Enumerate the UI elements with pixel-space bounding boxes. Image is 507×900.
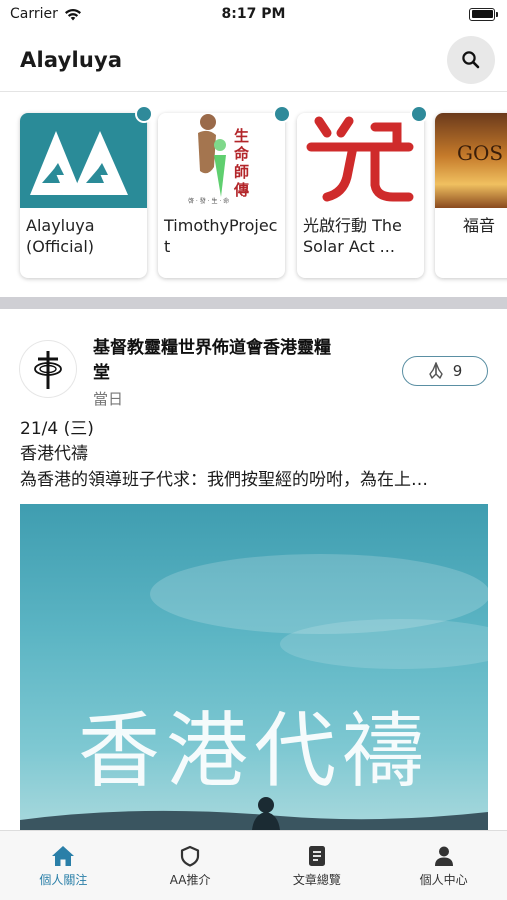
post-card[interactable]: 基督教靈糧世界佈道會香港靈糧堂 當日 9 21/4 (三) 香港代禱 為香港的領… <box>0 309 507 830</box>
channel-label: TimothyProject <box>164 216 278 256</box>
post-excerpt[interactable]: 為香港的領導班子代求：我們按聖經的吩咐，為在上… <box>20 468 490 492</box>
post-author[interactable]: 基督教靈糧世界佈道會香港靈糧堂 <box>93 336 343 386</box>
tab-articles[interactable]: 文章總覽 <box>254 831 381 900</box>
gospel-cover: GOS <box>435 113 507 208</box>
church-logo-icon <box>34 351 62 389</box>
tab-label: 個人關注 <box>39 873 88 887</box>
channel-carousel[interactable]: Alayluya (Official) 生命 師傳 啓 · 發 · 生 · 命 … <box>0 100 507 290</box>
timothy-logo-text: 生命 師傳 <box>234 127 250 199</box>
gospel-cover-text: GOS <box>457 141 504 165</box>
channel-label: Alayluya (Official) <box>26 216 95 256</box>
post-image-caption: 香港代禱 <box>77 704 430 799</box>
app-header: Alayluya <box>0 28 507 92</box>
channel-label: 光啟行動 The Solar Act ... <box>303 216 402 256</box>
section-divider <box>0 297 507 309</box>
person-icon <box>434 846 453 866</box>
timothy-logo: 生命 師傳 啓 · 發 · 生 · 命 <box>158 113 285 208</box>
pray-count: 9 <box>452 362 463 380</box>
update-badge <box>135 105 153 123</box>
update-badge <box>273 105 291 123</box>
praying-hands-icon <box>429 362 443 379</box>
document-icon <box>308 846 325 866</box>
tab-recommended[interactable]: AA推介 <box>127 831 254 900</box>
channel-card-gospel[interactable]: GOS 福音 <box>435 113 507 278</box>
tab-bar: 個人關注 AA推介 文章總覽 個人中心 <box>0 830 507 900</box>
tab-following[interactable]: 個人關注 <box>0 831 127 900</box>
solar-act-logo <box>297 113 424 208</box>
wifi-icon <box>64 8 81 20</box>
home-icon <box>52 846 75 866</box>
tab-label: 個人中心 <box>419 873 468 887</box>
shield-icon <box>181 845 200 867</box>
app-screen: Carrier 8:17 PM Alayluya Alayluya (Offic… <box>0 0 507 900</box>
channel-card-timothy[interactable]: 生命 師傳 啓 · 發 · 生 · 命 TimothyProject <box>158 113 285 278</box>
post-image[interactable]: 香港代禱 <box>20 504 488 830</box>
channel-card-alayluya[interactable]: Alayluya (Official) <box>20 113 147 278</box>
channel-card-solar-act[interactable]: 光啟行動 The Solar Act ... <box>297 113 424 278</box>
battery-icon <box>469 7 498 21</box>
search-icon <box>462 50 480 68</box>
post-date: 21/4 (三) <box>20 419 94 439</box>
author-avatar[interactable] <box>20 341 76 397</box>
channel-label: 福音 <box>463 216 496 235</box>
timothy-logo-subtext: 啓 · 發 · 生 · 命 <box>188 198 230 205</box>
alayluya-logo <box>20 113 147 208</box>
tab-label: AA推介 <box>169 873 211 887</box>
carrier-label: Carrier <box>10 6 58 22</box>
post-subtitle: 香港代禱 <box>20 444 88 464</box>
status-bar: Carrier 8:17 PM <box>0 0 507 28</box>
tab-label: 文章總覽 <box>292 873 341 887</box>
app-title: Alayluya <box>20 47 123 72</box>
search-button[interactable] <box>447 35 495 84</box>
tab-profile[interactable]: 個人中心 <box>380 831 507 900</box>
pray-button[interactable]: 9 <box>402 356 488 386</box>
update-badge <box>410 105 428 123</box>
post-time: 當日 <box>93 390 124 408</box>
